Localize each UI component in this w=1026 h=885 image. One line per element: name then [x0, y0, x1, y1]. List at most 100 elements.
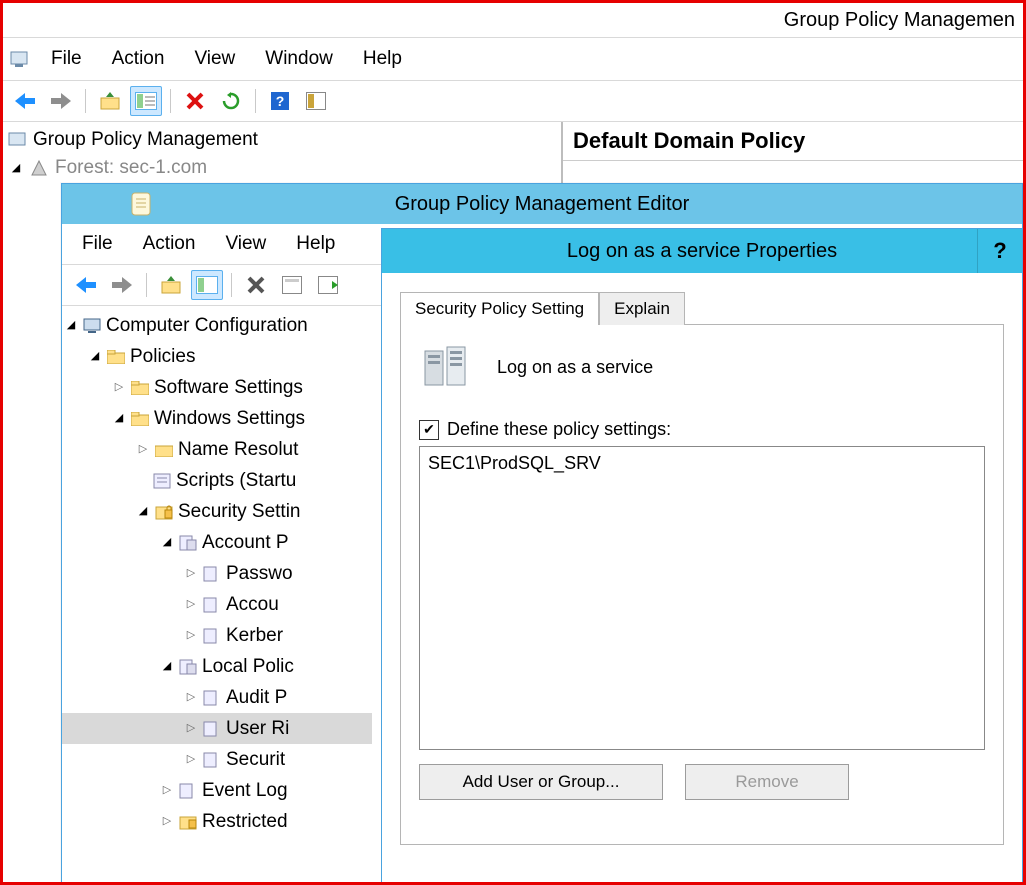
policy-icon — [202, 719, 222, 739]
node-account-policies[interactable]: ◢ Account P — [62, 527, 372, 558]
tree-root[interactable]: Group Policy Management — [5, 126, 559, 154]
expand-icon[interactable]: ◢ — [136, 505, 150, 519]
node-computer-config[interactable]: ◢ Computer Configuration — [62, 310, 372, 341]
forward-button[interactable] — [45, 86, 77, 116]
menu-window[interactable]: Window — [251, 44, 347, 74]
tree-root-label: Group Policy Management — [33, 126, 258, 154]
tabstrip: Security Policy Setting Explain — [400, 291, 1004, 325]
properties-button[interactable] — [300, 86, 332, 116]
gpme-menu-action[interactable]: Action — [129, 229, 210, 259]
gpm-toolbar: ? — [3, 81, 1023, 122]
node-user-rights[interactable]: ▷ User Ri — [62, 713, 372, 744]
list-item[interactable]: SEC1\ProdSQL_SRV — [428, 453, 976, 474]
node-security-settings[interactable]: ◢ Security Settin — [62, 496, 372, 527]
node-password-policy[interactable]: ▷ Passwo — [62, 558, 372, 589]
gpme-menu-view[interactable]: View — [211, 229, 280, 259]
dialog-titlebar[interactable]: Log on as a service Properties ? — [382, 229, 1022, 273]
folder-icon — [130, 378, 150, 398]
node-windows-settings[interactable]: ◢ Windows Settings — [62, 403, 372, 434]
expand-icon[interactable]: ◢ — [112, 412, 126, 426]
security-icon — [154, 502, 174, 522]
expand-icon[interactable]: ▷ — [160, 815, 174, 829]
scroll-icon — [128, 191, 154, 217]
expand-icon[interactable]: ▷ — [184, 691, 198, 705]
expand-icon[interactable]: ◢ — [88, 350, 102, 364]
folder-icon — [130, 409, 150, 429]
expand-icon[interactable]: ◢ — [160, 536, 174, 550]
menu-file[interactable]: File — [37, 44, 96, 74]
gpme-back-button[interactable] — [70, 270, 102, 300]
add-user-or-group-button[interactable]: Add User or Group... — [419, 764, 663, 800]
gpme-delete-button[interactable] — [240, 270, 272, 300]
dialog-help-button[interactable]: ? — [977, 229, 1022, 273]
refresh-button[interactable] — [215, 86, 247, 116]
folder-icon — [106, 347, 126, 367]
policy-icon — [178, 533, 198, 553]
tab-panel: Log on as a service ✔ Define these polic… — [400, 325, 1004, 845]
node-scripts[interactable]: Scripts (Startu — [62, 465, 372, 496]
tree-forest[interactable]: ◢ Forest: sec-1.com — [5, 154, 559, 182]
expand-icon[interactable]: ▷ — [184, 722, 198, 736]
expand-icon[interactable]: ▷ — [112, 381, 126, 395]
node-label: Policies — [130, 341, 195, 372]
help-button[interactable]: ? — [264, 86, 296, 116]
gpme-properties-button[interactable] — [276, 270, 308, 300]
separator — [231, 273, 232, 297]
tab-security-policy-setting[interactable]: Security Policy Setting — [400, 292, 599, 325]
node-policies[interactable]: ◢ Policies — [62, 341, 372, 372]
expand-icon[interactable]: ◢ — [64, 319, 78, 333]
show-hide-tree-button[interactable] — [130, 86, 162, 116]
node-audit-policy[interactable]: ▷ Audit P — [62, 682, 372, 713]
node-label: Security Settin — [178, 496, 301, 527]
node-restricted-groups[interactable]: ▷ Restricted — [62, 806, 372, 837]
tab-label: Explain — [614, 299, 670, 318]
node-label: Software Settings — [154, 372, 303, 403]
expand-icon[interactable]: ▷ — [184, 598, 198, 612]
gpme-tree[interactable]: ◢ Computer Configuration ◢ Policies ▷ So… — [62, 306, 372, 885]
tab-explain[interactable]: Explain — [599, 292, 685, 325]
expand-icon[interactable]: ◢ — [9, 161, 23, 175]
expand-icon[interactable]: ▷ — [184, 753, 198, 767]
node-account-lockout[interactable]: ▷ Accou — [62, 589, 372, 620]
define-checkbox[interactable]: ✔ — [419, 420, 439, 440]
delete-button[interactable] — [179, 86, 211, 116]
tree-forest-label: Forest: sec-1.com — [55, 154, 207, 182]
gpme-forward-button[interactable] — [106, 270, 138, 300]
expand-icon[interactable]: ▷ — [160, 784, 174, 798]
node-label: Computer Configuration — [106, 310, 308, 341]
expand-icon[interactable]: ▷ — [136, 443, 150, 457]
dialog-body: Security Policy Setting Explain Log on a… — [382, 273, 1022, 845]
separator — [85, 89, 86, 113]
node-software-settings[interactable]: ▷ Software Settings — [62, 372, 372, 403]
menu-action[interactable]: Action — [98, 44, 179, 74]
up-folder-button[interactable] — [94, 86, 126, 116]
properties-dialog: Log on as a service Properties ? Securit… — [381, 228, 1023, 885]
help-glyph: ? — [993, 238, 1006, 264]
forest-icon — [29, 158, 49, 178]
policy-icon — [178, 781, 198, 801]
gpme-export-button[interactable] — [312, 270, 344, 300]
node-label: User Ri — [226, 713, 289, 744]
menu-view[interactable]: View — [180, 44, 249, 74]
define-checkbox-row[interactable]: ✔ Define these policy settings: — [419, 419, 985, 440]
app-frame: Group Policy Managemen File Action View … — [0, 0, 1026, 885]
node-local-policies[interactable]: ◢ Local Polic — [62, 651, 372, 682]
gpme-menu-help[interactable]: Help — [282, 229, 349, 259]
menu-help[interactable]: Help — [349, 44, 416, 74]
gpme-up-button[interactable] — [155, 270, 187, 300]
node-kerberos-policy[interactable]: ▷ Kerber — [62, 620, 372, 651]
node-security-options[interactable]: ▷ Securit — [62, 744, 372, 775]
gpme-titlebar[interactable]: Group Policy Management Editor — [62, 184, 1022, 224]
node-event-log[interactable]: ▷ Event Log — [62, 775, 372, 806]
node-label: Name Resolut — [178, 434, 298, 465]
expand-icon[interactable]: ▷ — [184, 567, 198, 581]
principals-listbox[interactable]: SEC1\ProdSQL_SRV — [419, 446, 985, 750]
expand-icon[interactable]: ◢ — [160, 660, 174, 674]
node-name-resolution[interactable]: ▷ Name Resolut — [62, 434, 372, 465]
gpme-tree-toggle-button[interactable] — [191, 270, 223, 300]
gpme-menu-file[interactable]: File — [68, 229, 127, 259]
policy-header: Log on as a service — [419, 343, 985, 391]
back-button[interactable] — [9, 86, 41, 116]
node-label: Securit — [226, 744, 285, 775]
expand-icon[interactable]: ▷ — [184, 629, 198, 643]
